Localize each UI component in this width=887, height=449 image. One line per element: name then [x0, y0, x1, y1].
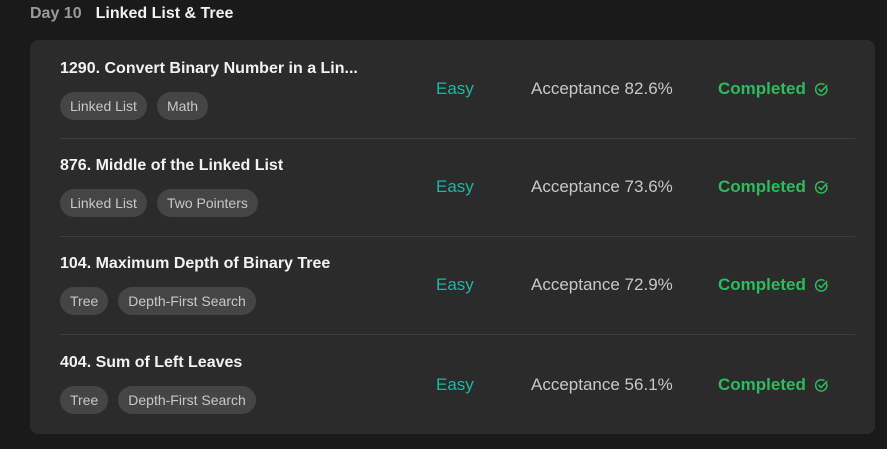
- problem-title[interactable]: 404. Sum of Left Leaves: [60, 354, 242, 372]
- problem-list-card: 1290. Convert Binary Number in a Lin... …: [30, 40, 875, 434]
- tag-list: Linked List Math: [60, 92, 209, 120]
- acceptance-rate: Acceptance 72.9%: [531, 275, 673, 294]
- tag-list: Tree Depth-First Search: [60, 287, 256, 315]
- problem-row[interactable]: 404. Sum of Left Leaves Tree Depth-First…: [60, 335, 855, 433]
- acceptance-rate: Acceptance 73.6%: [531, 177, 673, 196]
- day-title: Linked List & Tree: [95, 5, 234, 22]
- status-badge: Completed: [718, 177, 829, 197]
- problem-title[interactable]: 104. Maximum Depth of Binary Tree: [60, 255, 330, 273]
- status-label: Completed: [718, 275, 806, 294]
- difficulty-label: Easy: [436, 275, 474, 294]
- problem-row[interactable]: 1290. Convert Binary Number in a Lin... …: [60, 40, 855, 139]
- problem-row[interactable]: 876. Middle of the Linked List Linked Li…: [60, 138, 855, 237]
- check-circle-icon: [814, 278, 829, 293]
- status-label: Completed: [718, 375, 806, 394]
- problem-row[interactable]: 104. Maximum Depth of Binary Tree Tree D…: [60, 236, 855, 335]
- tag-chip[interactable]: Depth-First Search: [118, 287, 256, 315]
- difficulty-label: Easy: [436, 177, 474, 196]
- tag-chip[interactable]: Tree: [60, 287, 109, 315]
- tag-list: Tree Depth-First Search: [60, 386, 256, 414]
- acceptance-rate: Acceptance 56.1%: [531, 375, 673, 394]
- status-label: Completed: [718, 79, 806, 98]
- tag-chip[interactable]: Math: [156, 92, 209, 120]
- status-badge: Completed: [718, 79, 829, 99]
- acceptance-rate: Acceptance 82.6%: [531, 79, 673, 98]
- day-label: Day 10: [30, 5, 82, 22]
- problem-title[interactable]: 1290. Convert Binary Number in a Lin...: [60, 60, 358, 78]
- tag-chip[interactable]: Two Pointers: [156, 189, 258, 217]
- check-circle-icon: [814, 180, 829, 195]
- day-header: Day 10 Linked List & Tree: [30, 3, 233, 25]
- difficulty-label: Easy: [436, 79, 474, 98]
- status-badge: Completed: [718, 275, 829, 295]
- status-label: Completed: [718, 177, 806, 196]
- tag-list: Linked List Two Pointers: [60, 189, 258, 217]
- problem-title[interactable]: 876. Middle of the Linked List: [60, 157, 283, 175]
- check-circle-icon: [814, 378, 829, 393]
- check-circle-icon: [814, 82, 829, 97]
- tag-chip[interactable]: Tree: [60, 386, 109, 414]
- tag-chip[interactable]: Depth-First Search: [118, 386, 256, 414]
- status-badge: Completed: [718, 375, 829, 395]
- difficulty-label: Easy: [436, 375, 474, 394]
- tag-chip[interactable]: Linked List: [60, 189, 147, 217]
- tag-chip[interactable]: Linked List: [60, 92, 147, 120]
